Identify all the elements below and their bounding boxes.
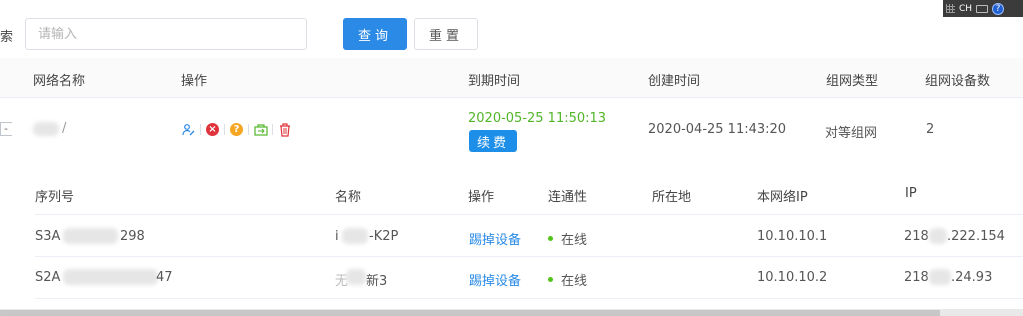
col-device-count[interactable]: 组网设备数 (925, 70, 990, 89)
kick-device-link[interactable]: 踢掉设备 (469, 229, 521, 248)
ip-redacted (929, 228, 947, 244)
help-icon[interactable]: ? (992, 2, 1005, 15)
col-operations: 操作 (181, 74, 208, 89)
user-edit-icon[interactable] (180, 122, 197, 137)
ip-prefix: 218 (904, 270, 929, 285)
query-button[interactable]: 查询 (343, 18, 407, 50)
serial-redacted (63, 269, 158, 285)
status-text: 在线 (561, 274, 588, 289)
op-divider (272, 124, 273, 135)
col-network-ip: 本网络IP (757, 190, 808, 205)
network-ip: 10.10.10.1 (757, 229, 828, 244)
col-serial: 序列号 (35, 190, 75, 205)
trash-icon[interactable] (276, 122, 293, 137)
device-name-suffix: -K2P (369, 229, 399, 244)
col-device-name: 名称 (335, 190, 362, 205)
col-network-name[interactable]: 网络名称 (33, 70, 85, 89)
help-circle-icon[interactable]: ? (228, 122, 245, 137)
ip-prefix: 218 (904, 229, 929, 244)
serial-suffix: 47 (156, 270, 173, 285)
device-name-suffix: 新3 (366, 274, 388, 289)
system-tray: CH ? (943, 0, 1023, 17)
kick-device-link[interactable]: 踢掉设备 (469, 270, 521, 289)
expand-toggle[interactable]: - (0, 122, 12, 136)
row-operations: × ? (180, 122, 293, 137)
ip-redacted (929, 269, 951, 285)
device-name-redacted (342, 228, 368, 244)
col-create-time[interactable]: 创建时间 (648, 70, 700, 89)
input-grid-icon[interactable] (946, 4, 955, 13)
op-divider (224, 124, 225, 135)
row-divider (35, 298, 1023, 299)
search-label: 索 (0, 30, 14, 45)
col-connectivity: 连通性 (548, 190, 588, 205)
online-dot-icon (548, 236, 553, 241)
network-ip: 10.10.10.2 (757, 270, 828, 285)
serial-prefix: S3A (35, 229, 61, 244)
col-location: 所在地 (652, 190, 692, 205)
search-input[interactable] (25, 18, 307, 50)
col-device-operation: 操作 (468, 190, 495, 205)
network-name-redacted (33, 122, 59, 136)
connectivity-status: 在线 (548, 270, 587, 289)
serial-prefix: S2A (35, 270, 61, 285)
status-text: 在线 (561, 233, 588, 248)
keyboard-icon[interactable] (976, 4, 989, 13)
col-network-type[interactable]: 组网类型 (826, 70, 878, 89)
serial-redacted (63, 228, 118, 244)
scrollbar-thumb[interactable] (0, 310, 940, 316)
ip-suffix: .24.93 (951, 270, 993, 285)
language-indicator[interactable]: CH (959, 4, 972, 14)
op-divider (200, 124, 201, 135)
ip-suffix: .222.154 (947, 229, 1005, 244)
reset-button[interactable]: 重置 (414, 18, 478, 50)
transfer-icon[interactable] (252, 122, 269, 137)
col-ip: IP (905, 186, 917, 201)
device-count: 2 (926, 122, 935, 137)
delete-circle-icon[interactable]: × (204, 122, 221, 137)
renew-button[interactable]: 续费 (469, 130, 517, 152)
connectivity-status: 在线 (548, 229, 587, 248)
device-name-prefix: i (335, 229, 339, 244)
create-time: 2020-04-25 11:43:20 (648, 122, 787, 137)
col-expire-time[interactable]: 到期时间 (468, 70, 520, 89)
online-dot-icon (548, 277, 553, 282)
network-type: 对等组网 (825, 126, 878, 141)
device-name-redacted (346, 269, 366, 285)
serial-suffix: 298 (120, 229, 145, 244)
network-name-suffix: / (62, 121, 67, 136)
op-divider (248, 124, 249, 135)
expire-time: 2020-05-25 11:50:13 (468, 111, 607, 126)
